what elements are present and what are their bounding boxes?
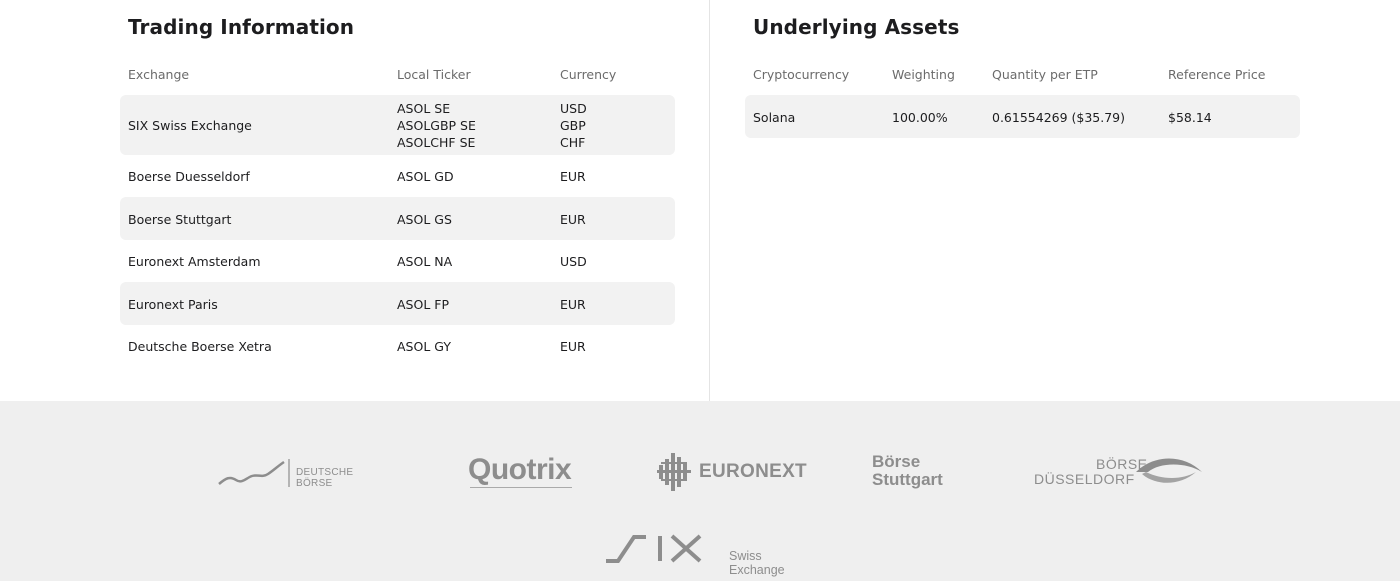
deutsche-boerse-logo: DEUTSCHE BÖRSE	[218, 456, 388, 491]
boerse-stuttgart-line2: Stuttgart	[872, 470, 943, 489]
six-swiss-exchange-tagline: Swiss Exchange	[729, 549, 785, 577]
boerse-stuttgart-logo: Börse Stuttgart	[872, 453, 962, 493]
ticker-value: ASOL GS	[397, 212, 452, 227]
exchange-name: Boerse Stuttgart	[128, 212, 232, 227]
quotrix-underline	[470, 487, 572, 488]
header-currency: Currency	[560, 67, 617, 82]
reference-price-value: $58.14	[1168, 110, 1212, 125]
weighting-value: 100.00%	[892, 110, 948, 125]
column-divider	[709, 0, 710, 401]
exchange-name: Deutsche Boerse Xetra	[128, 339, 272, 354]
exchange-name: Boerse Duesseldorf	[128, 169, 250, 184]
header-weighting: Weighting	[892, 67, 955, 82]
quantity-value: 0.61554269 ($35.79)	[992, 110, 1126, 125]
currency-value: CHF	[560, 135, 586, 150]
currency-value: EUR	[560, 169, 586, 184]
ticker-value: ASOL GD	[397, 169, 454, 184]
header-reference-price: Reference Price	[1168, 67, 1266, 82]
exchange-logos-band: DEUTSCHE BÖRSE Quotrix EURONEXT Börse St…	[0, 401, 1400, 581]
euronext-wordmark: EURONEXT	[699, 461, 807, 482]
header-exchange: Exchange	[128, 67, 190, 82]
ticker-value: ASOL GY	[397, 339, 451, 354]
content-area: Trading Information Exchange Local Ticke…	[0, 0, 1400, 401]
underlying-assets-title: Underlying Assets	[753, 15, 960, 39]
currency-value: GBP	[560, 118, 586, 133]
header-local-ticker: Local Ticker	[397, 67, 471, 82]
header-cryptocurrency: Cryptocurrency	[753, 67, 850, 82]
quotrix-logo: Quotrix	[468, 453, 578, 493]
boerse-stuttgart-line1: Börse	[872, 452, 921, 471]
ticker-value: ASOLGBP SE	[397, 118, 476, 133]
currency-value: USD	[560, 101, 587, 116]
six-wordmark-icon	[606, 534, 702, 563]
exchange-name: Euronext Paris	[128, 297, 218, 312]
currency-value: EUR	[560, 339, 586, 354]
ticker-value: ASOL SE	[397, 101, 451, 116]
currency-value: EUR	[560, 297, 586, 312]
crypto-name: Solana	[753, 110, 796, 125]
ticker-value: ASOL NA	[397, 254, 453, 269]
euronext-logo: EURONEXT	[657, 451, 807, 493]
ticker-value: ASOL FP	[397, 297, 449, 312]
currency-value: USD	[560, 254, 587, 269]
exchange-name: SIX Swiss Exchange	[128, 118, 252, 133]
currency-cell: USD GBP CHF	[560, 100, 587, 151]
exchange-name: Euronext Amsterdam	[128, 254, 261, 269]
header-quantity-per-etp: Quantity per ETP	[992, 67, 1098, 82]
deutsche-boerse-wordmark: DEUTSCHE BÖRSE	[296, 467, 354, 489]
quotrix-wordmark: Quotrix	[468, 453, 572, 486]
deutsche-boerse-wave-icon	[218, 459, 290, 487]
boerse-duesseldorf-line2: DÜSSELDORF	[1034, 471, 1135, 487]
boerse-duesseldorf-logo: BÖRSE DÜSSELDORF	[1032, 456, 1207, 492]
currency-value: EUR	[560, 212, 586, 227]
boerse-duesseldorf-swoosh-icon	[1136, 458, 1202, 483]
ticker-cell: ASOL SE ASOLGBP SE ASOLCHF SE	[397, 100, 476, 151]
six-swiss-exchange-logo: Swiss Exchange	[604, 533, 819, 577]
euronext-globe-icon	[657, 453, 691, 491]
trading-information-title: Trading Information	[128, 15, 355, 39]
ticker-value: ASOLCHF SE	[397, 135, 476, 150]
